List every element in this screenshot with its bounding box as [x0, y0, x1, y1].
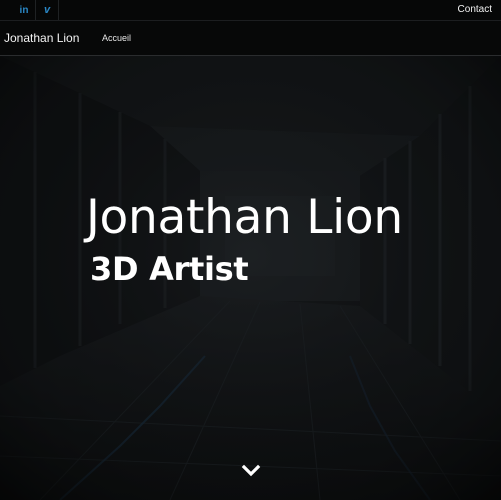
nav-item-accueil[interactable]: Accueil: [102, 33, 131, 43]
hero-subtitle: 3D Artist: [90, 250, 249, 288]
chevron-down-icon[interactable]: [240, 460, 262, 482]
topbar-divider: [35, 0, 36, 20]
hero-background-image: [0, 56, 501, 500]
hero-title: Jonathan Lion: [86, 190, 403, 245]
vimeo-icon[interactable]: v: [37, 0, 57, 20]
top-social-bar: in v Contact: [0, 0, 501, 21]
hero-section: Jonathan Lion 3D Artist: [0, 56, 501, 500]
contact-link[interactable]: Contact: [458, 4, 492, 15]
linkedin-icon[interactable]: in: [14, 0, 34, 20]
page: in v Contact Jonathan Lion Accueil Jonat…: [0, 0, 501, 500]
topbar-divider: [58, 0, 59, 20]
brand-link[interactable]: Jonathan Lion: [4, 31, 79, 45]
main-navbar: Jonathan Lion Accueil: [0, 21, 501, 56]
